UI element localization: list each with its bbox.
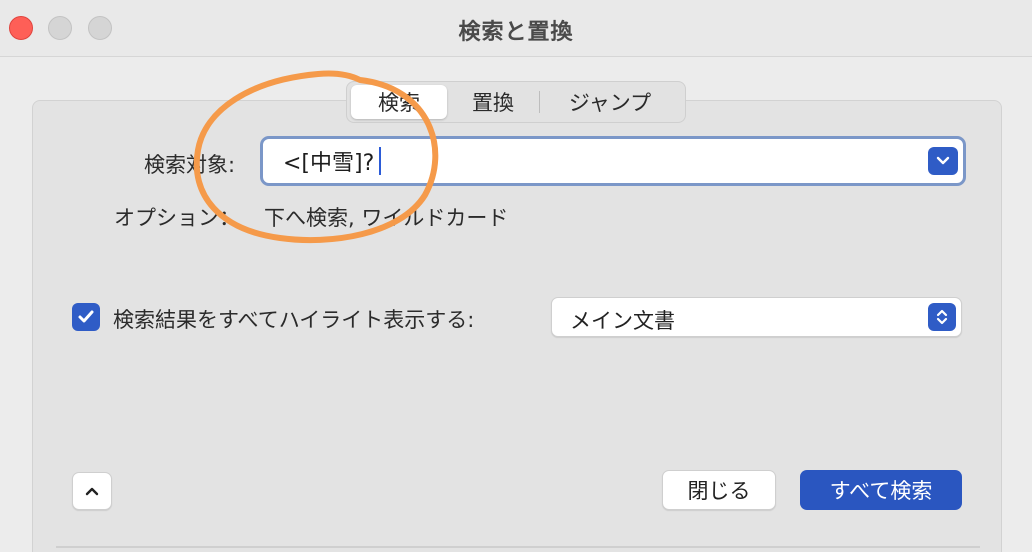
- tab-jump[interactable]: ジャンプ: [540, 85, 680, 119]
- tab-find-label: 検索: [378, 91, 420, 115]
- chevron-up-icon: [85, 487, 99, 496]
- close-button[interactable]: 閉じる: [662, 470, 776, 510]
- checkmark-icon: [78, 310, 94, 323]
- document-scope-select[interactable]: メイン文書: [551, 297, 962, 337]
- tab-find[interactable]: 検索: [351, 85, 447, 119]
- expand-options-button[interactable]: [72, 472, 112, 510]
- window-title: 検索と置換: [458, 20, 574, 45]
- search-label: 検索対象:: [144, 153, 236, 177]
- chevron-down-icon: [936, 156, 950, 165]
- find-all-button[interactable]: すべて検索: [800, 470, 962, 510]
- find-replace-window: 検索と置換 検索 置換 ジャンプ 検索対象: オプション： 下へ検索, ワイルド…: [0, 0, 1032, 552]
- search-input[interactable]: [283, 147, 903, 175]
- bottom-divider: [56, 546, 980, 548]
- text-caret: [379, 147, 381, 175]
- highlight-all-label: 検索結果をすべてハイライト表示する:: [113, 308, 475, 332]
- document-scope-stepper[interactable]: [928, 303, 956, 331]
- tab-jump-label: ジャンプ: [568, 91, 652, 115]
- search-history-dropdown-button[interactable]: [928, 147, 958, 175]
- search-combo-box[interactable]: [260, 136, 966, 186]
- title-bar: 検索と置換: [0, 0, 1032, 57]
- tab-bar: 検索 置換 ジャンプ: [346, 81, 686, 123]
- highlight-all-checkbox[interactable]: [72, 303, 100, 331]
- options-value: 下へ検索, ワイルドカード: [264, 206, 509, 230]
- document-scope-value: メイン文書: [570, 309, 675, 333]
- tab-replace[interactable]: 置換: [447, 85, 539, 119]
- tab-replace-label: 置換: [472, 91, 514, 115]
- up-down-chevron-icon: [936, 309, 948, 325]
- options-label: オプション：: [114, 206, 240, 230]
